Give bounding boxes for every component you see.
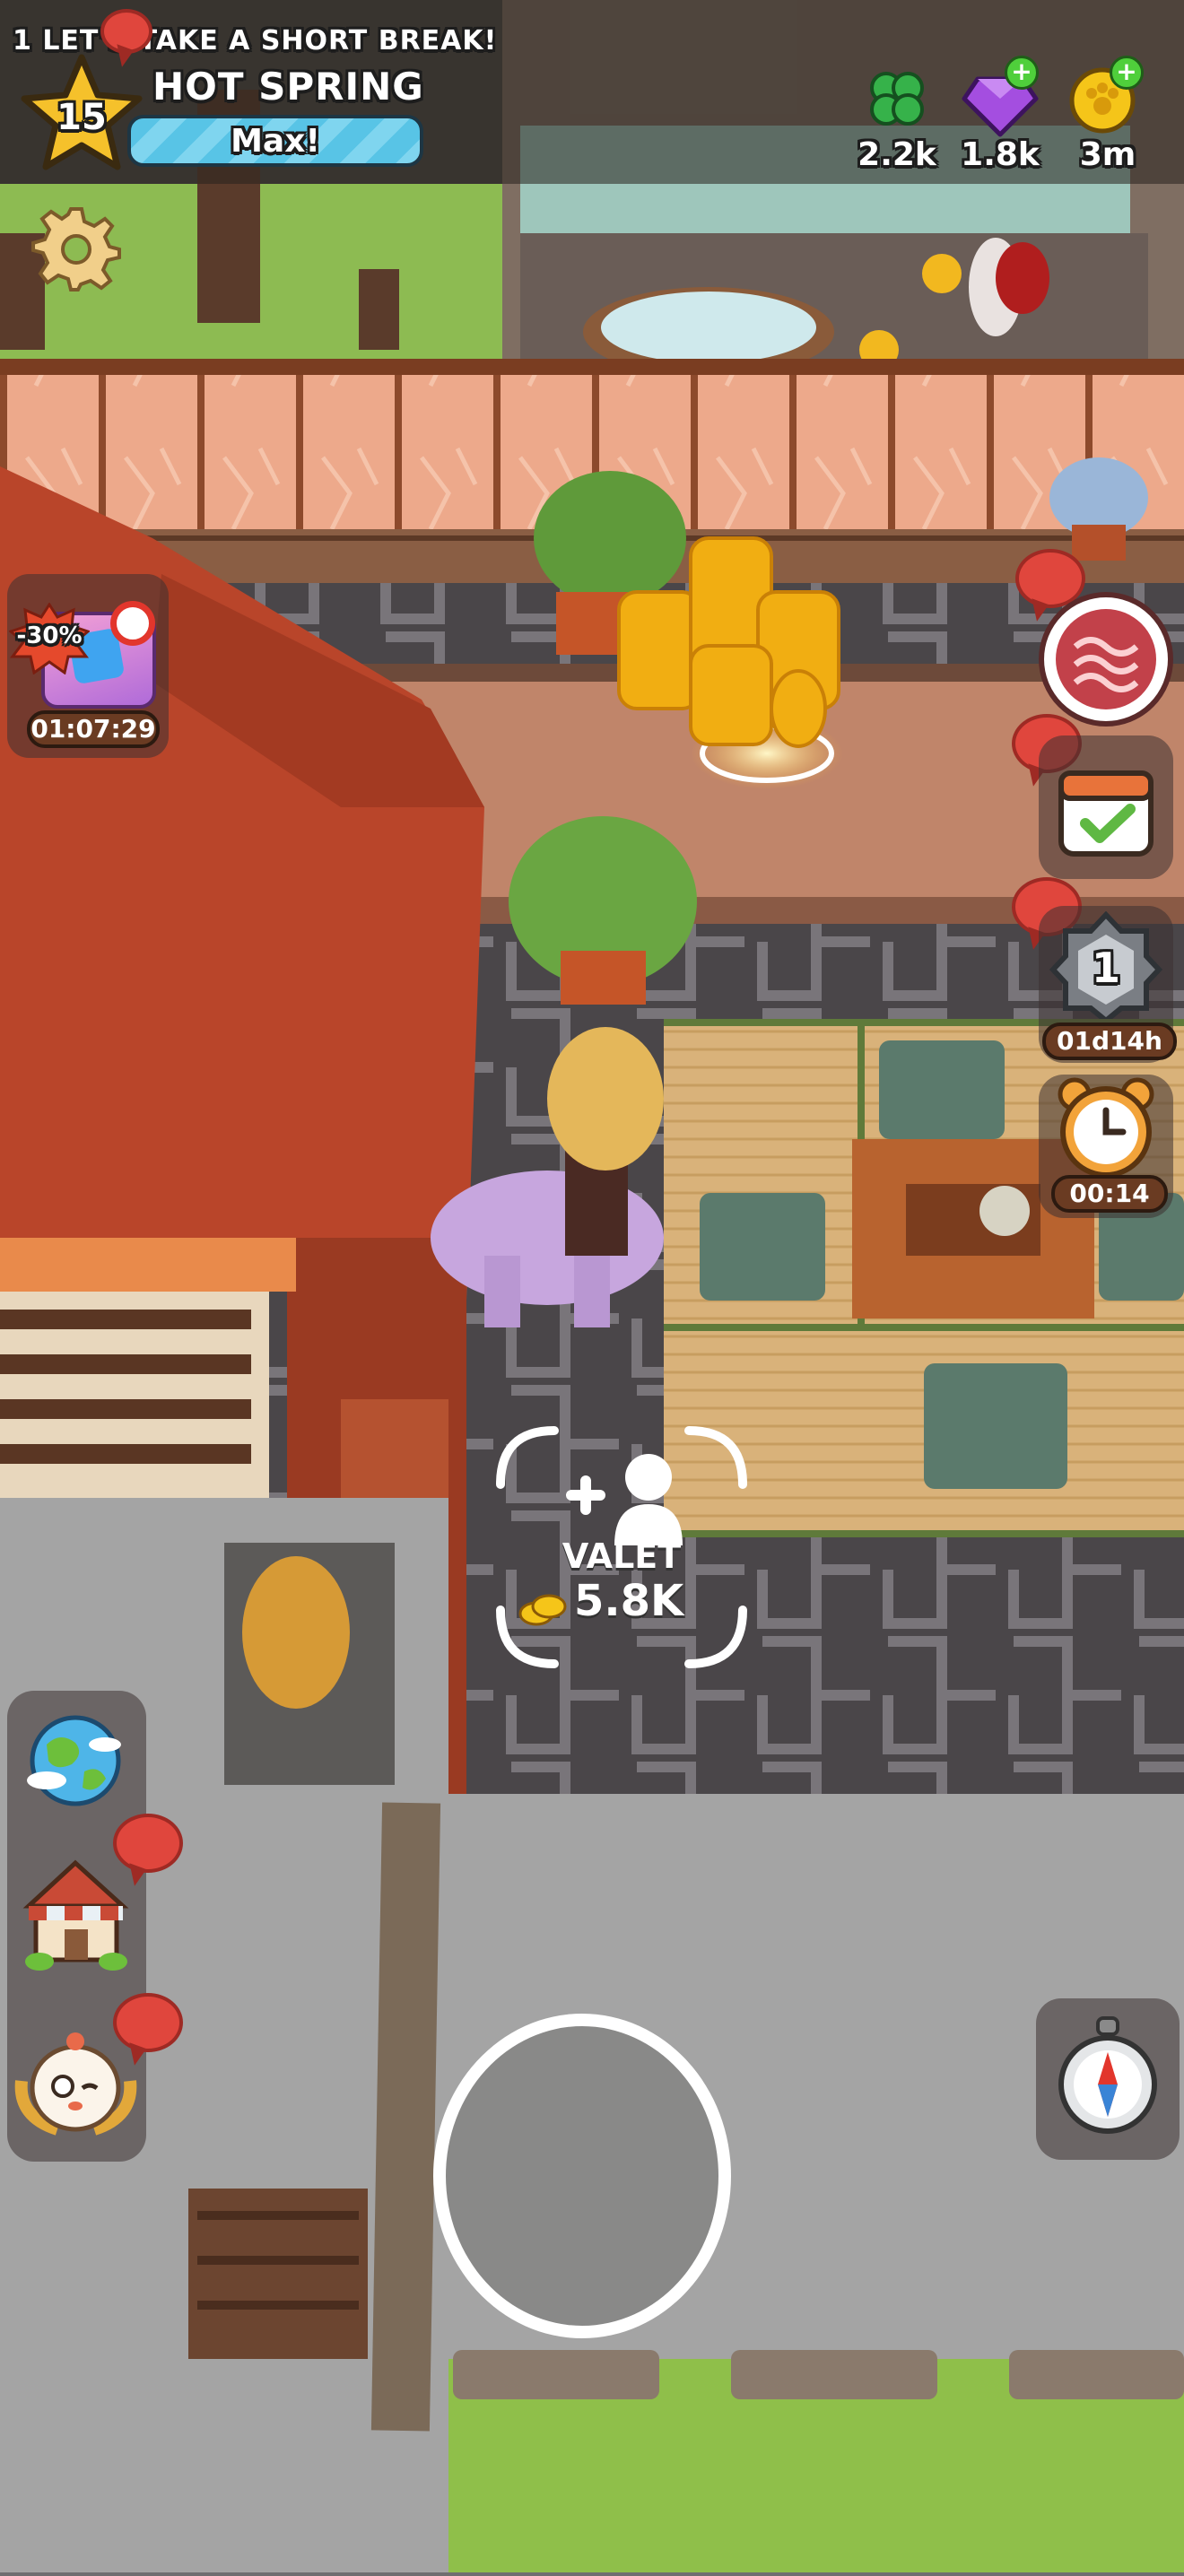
- alarm-boost-button[interactable]: 00:14: [1039, 1075, 1173, 1218]
- compass-icon: [1058, 2016, 1157, 2134]
- character-button[interactable]: [11, 2018, 141, 2144]
- alarm-clock-icon: [1058, 1077, 1154, 1178]
- player-level: 15: [57, 97, 107, 138]
- character-icon: [14, 2032, 137, 2136]
- add-person-icon: [566, 1454, 683, 1545]
- offer-timer: 01:07:29: [27, 710, 160, 748]
- gear-icon: [31, 207, 121, 292]
- alarm-timer: 00:14: [1051, 1175, 1168, 1213]
- clover-count: 2.2k: [858, 136, 936, 173]
- currency-paw-coin[interactable]: + 3m: [1054, 56, 1162, 179]
- shop-button[interactable]: [20, 1852, 132, 1978]
- coin-stack-icon: [518, 1594, 567, 1626]
- no-ads-icon: [110, 601, 155, 646]
- valet-hire-zone[interactable]: VALET 5.8K: [492, 1422, 752, 1673]
- coin-add-icon[interactable]: +: [1110, 56, 1144, 90]
- daily-checkin-button[interactable]: [1039, 735, 1173, 879]
- wave-event-button[interactable]: [1039, 592, 1173, 727]
- globe-icon: [27, 1715, 121, 1806]
- level-star[interactable]: 15: [18, 52, 145, 178]
- valet-cost-row: 5.8K: [518, 1576, 725, 1630]
- movement-joystick[interactable]: [433, 2014, 731, 2338]
- discount-text: -30%: [16, 622, 83, 649]
- rank-event-button[interactable]: 1 01d14h: [1039, 906, 1177, 1063]
- wave-icon: [1056, 609, 1156, 709]
- paw-coin-count: 3m: [1079, 136, 1136, 173]
- currency-clover[interactable]: 2.2k: [848, 63, 946, 179]
- discount-badge: -30%: [9, 603, 90, 674]
- rank-number: 1: [1091, 944, 1120, 992]
- special-offer-panel[interactable]: -30% 01:07:29: [7, 574, 169, 758]
- area-progress-label: Max!: [231, 123, 320, 160]
- clover-icon: [870, 72, 924, 126]
- gem-add-icon[interactable]: +: [1005, 56, 1039, 90]
- settings-button[interactable]: [31, 202, 121, 292]
- area-name: HOT SPRING: [152, 65, 424, 109]
- calendar-check-icon: [1058, 770, 1154, 857]
- compass-button[interactable]: [1036, 1998, 1180, 2160]
- valet-label: VALET: [562, 1536, 682, 1576]
- valet-cost: 5.8K: [574, 1576, 684, 1626]
- gem-count: 1.8k: [961, 136, 1040, 173]
- world-map-button[interactable]: [20, 1709, 132, 1812]
- area-progress-bar: Max!: [127, 115, 423, 167]
- shop-icon: [22, 1859, 129, 1971]
- currency-gem[interactable]: + 1.8k: [951, 56, 1049, 179]
- rank-timer: 01d14h: [1042, 1023, 1177, 1060]
- level-notification-bubble: [100, 9, 152, 54]
